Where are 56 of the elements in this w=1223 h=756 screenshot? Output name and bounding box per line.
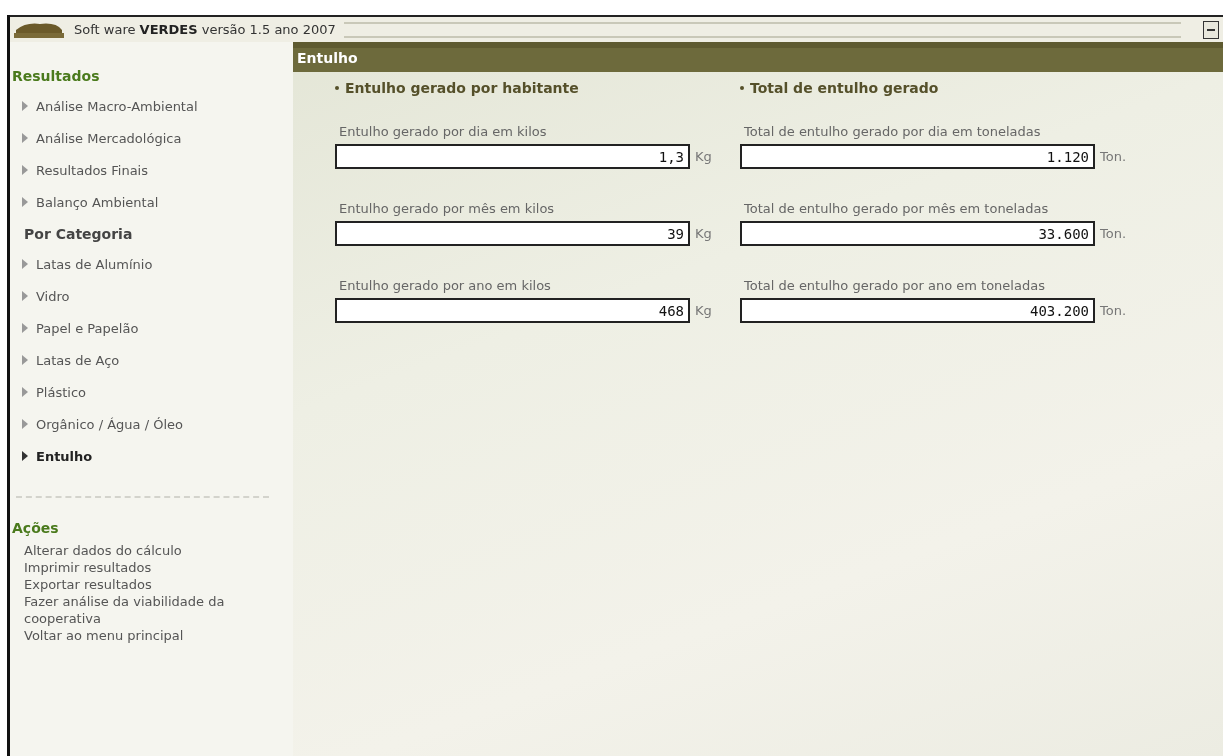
unit-label: Ton. <box>1100 303 1127 318</box>
column-heading: Entulho gerado por habitante <box>345 80 579 96</box>
sidebar-item[interactable]: Latas de Aço <box>12 344 293 376</box>
sidebar-item[interactable]: Análise Macro-Ambiental <box>12 90 293 122</box>
field-label: Total de entulho gerado por ano em toneladas <box>743 277 1046 295</box>
arrow-icon <box>22 355 28 365</box>
unit-label: Ton. <box>1100 226 1127 241</box>
arrow-icon <box>22 101 28 111</box>
sidebar-item[interactable]: Análise Mercadológica <box>12 122 293 154</box>
sidebar-item[interactable]: Balanço Ambiental <box>12 186 293 218</box>
value-field[interactable]: 1.120 <box>740 144 1095 169</box>
value-field[interactable]: 468 <box>335 298 690 323</box>
arrow-icon <box>22 323 28 333</box>
window-title: Soft ware VERDES versão 1.5 ano 2007 <box>74 22 336 37</box>
field-label: Entulho gerado por mês em kilos <box>338 200 556 218</box>
arrow-icon <box>22 165 28 175</box>
section-title: Ações <box>12 520 60 536</box>
arrow-icon <box>22 451 28 461</box>
unit-label: Ton. <box>1100 149 1127 164</box>
arrow-icon <box>22 419 28 429</box>
arrow-icon <box>22 133 28 143</box>
sidebar-item[interactable]: Vidro <box>12 280 293 312</box>
arrow-icon <box>22 387 28 397</box>
section-title: Resultados <box>12 68 101 84</box>
sidebar-item[interactable]: Plástico <box>12 376 293 408</box>
unit-label: Kg <box>695 303 712 318</box>
sidebar-item[interactable]: Resultados Finais <box>12 154 293 186</box>
field-label: Entulho gerado por dia em kilos <box>338 123 548 141</box>
minimize-icon <box>1207 28 1215 31</box>
bullet-icon <box>740 86 744 90</box>
unit-label: Kg <box>695 226 712 241</box>
action-link[interactable]: Imprimir resultados <box>12 559 274 576</box>
column-heading: Total de entulho gerado <box>750 80 939 96</box>
arrow-icon <box>22 197 28 207</box>
minimize-button[interactable] <box>1203 20 1219 39</box>
sidebar-item[interactable]: Entulho <box>12 440 293 472</box>
field-label: Total de entulho gerado por dia em toneladas <box>743 123 1042 141</box>
sidebar-item[interactable]: Latas de Alumínio <box>12 248 293 280</box>
arrow-icon <box>22 291 28 301</box>
action-link[interactable]: Fazer análise da viabilidade da cooperativa <box>12 593 274 627</box>
value-field[interactable]: 39 <box>335 221 690 246</box>
bullet-icon <box>335 86 339 90</box>
value-field[interactable]: 33.600 <box>740 221 1095 246</box>
action-link[interactable]: Exportar resultados <box>12 576 274 593</box>
value-field[interactable]: 403.200 <box>740 298 1095 323</box>
action-link[interactable]: Alterar dados do cálculo <box>12 542 274 559</box>
sidebar-item[interactable]: Papel e Papelão <box>12 312 293 344</box>
panel-title: Entulho <box>293 48 1223 72</box>
unit-label: Kg <box>695 149 712 164</box>
sidebar-item[interactable]: Orgânico / Água / Óleo <box>12 408 293 440</box>
field-label: Entulho gerado por ano em kilos <box>338 277 552 295</box>
arrow-icon <box>22 259 28 269</box>
section-title: Por Categoria <box>24 226 134 242</box>
value-field[interactable]: 1,3 <box>335 144 690 169</box>
action-link[interactable]: Voltar ao menu principal <box>12 627 274 644</box>
field-label: Total de entulho gerado por mês em toneladas <box>743 200 1050 218</box>
